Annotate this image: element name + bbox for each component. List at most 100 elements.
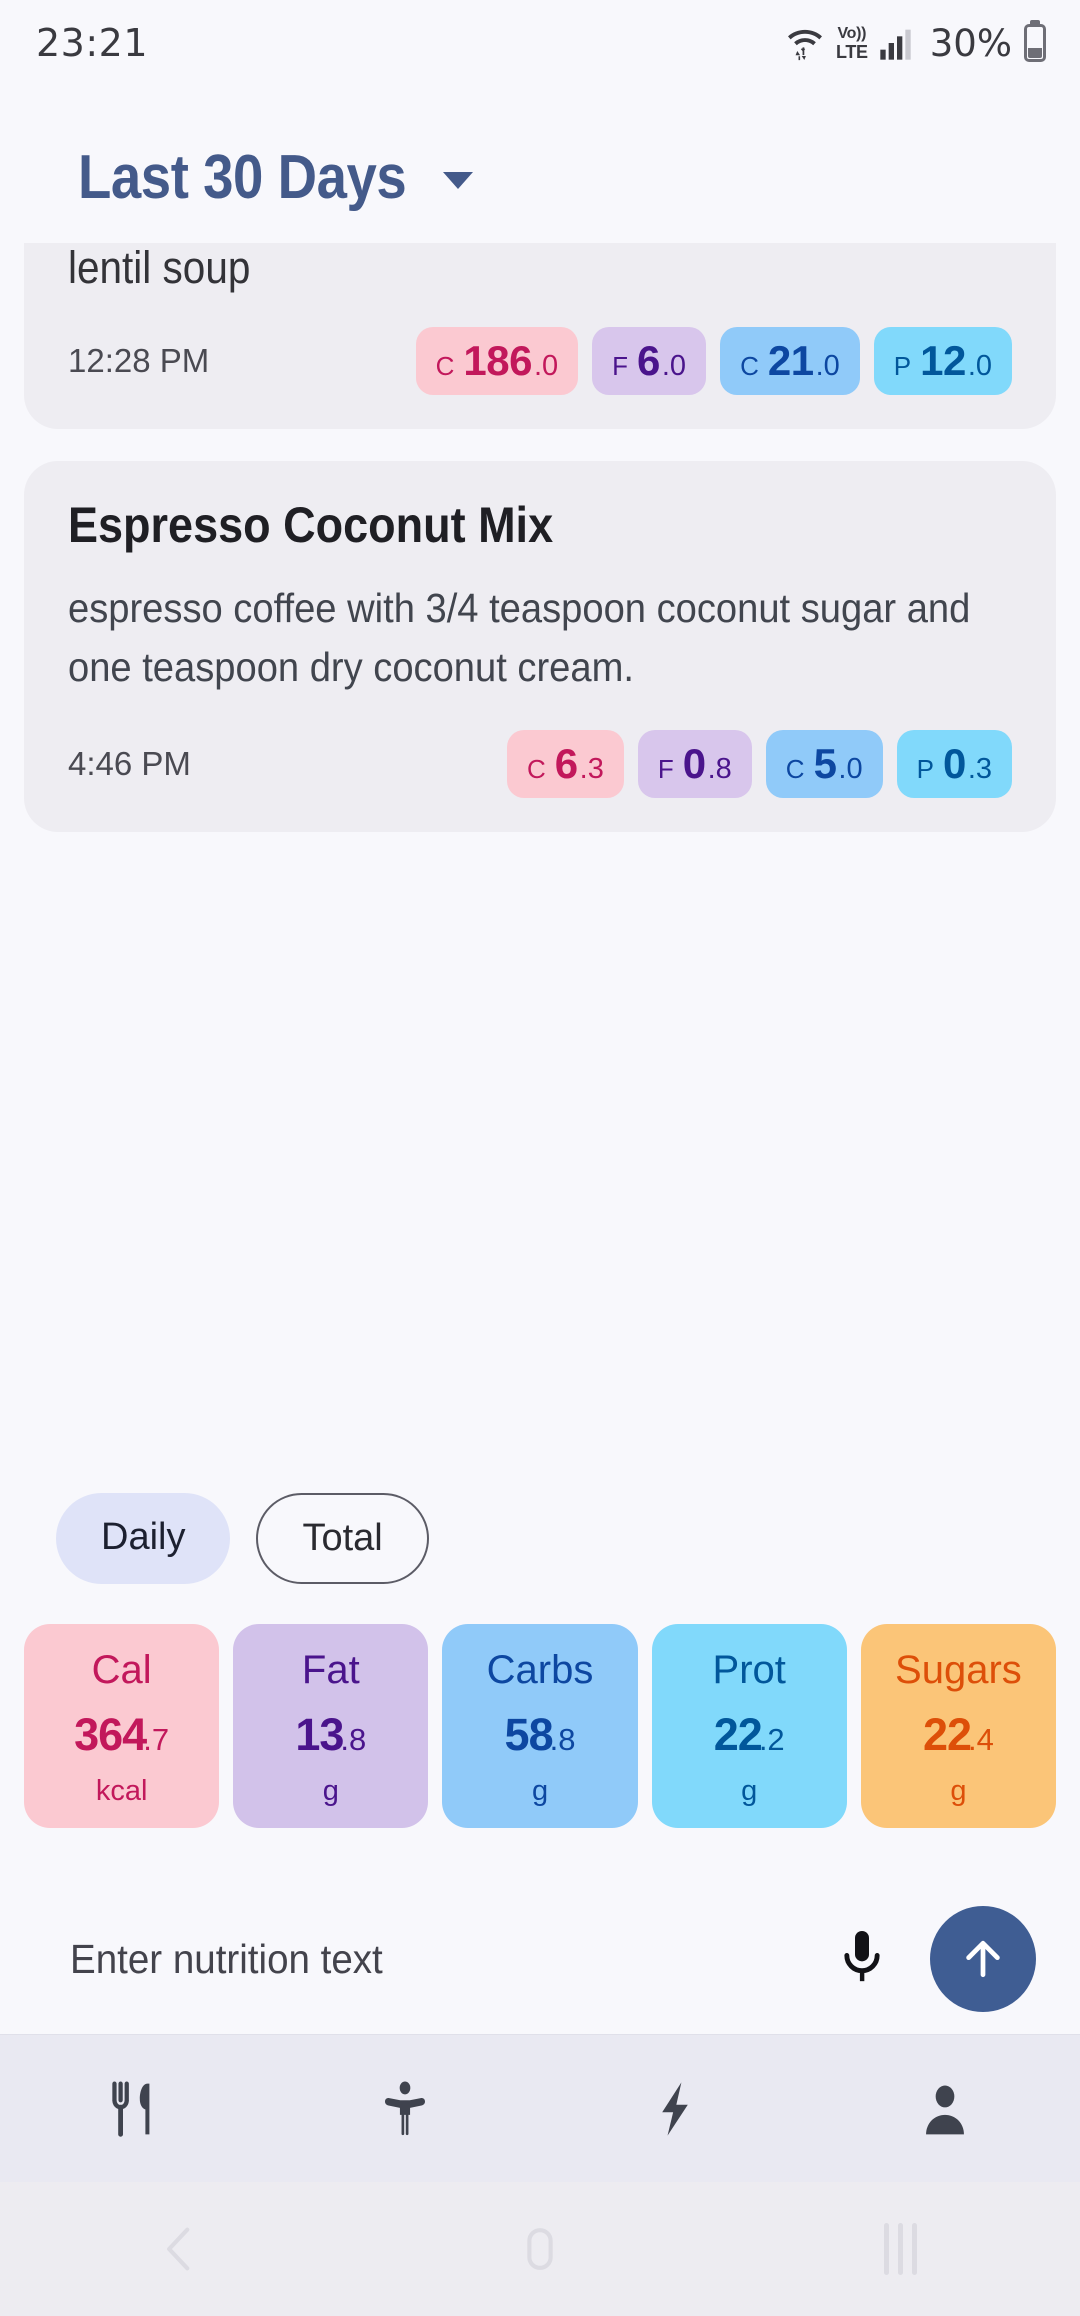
macro-value-dec: .7 — [143, 1722, 170, 1757]
macro-card-fat[interactable]: Fat 13.8 g — [233, 1624, 429, 1828]
macro-unit: kcal — [95, 1775, 148, 1807]
fork-knife-icon — [112, 2081, 150, 2137]
arrow-up-icon — [966, 1940, 1000, 1978]
macro-value: 364.7 — [30, 1712, 213, 1757]
status-clock: 23:21 — [36, 21, 149, 65]
nav-profile[interactable] — [810, 2035, 1080, 2182]
entry-footer: 12:28 PM C 186 .0 F 6 .0 C 21 .0 P 12 .0 — [68, 327, 1012, 396]
nutrient-pill-calories: C 6 .3 — [507, 729, 624, 798]
nutrient-pill-carbs: C 21 .0 — [720, 327, 860, 396]
macro-card-calories[interactable]: Cal 364.7 kcal — [24, 1624, 220, 1828]
send-button[interactable] — [930, 1906, 1036, 2012]
volte-bottom-text: LTE — [835, 41, 868, 62]
status-indicators: Vo)) LTE 30% — [783, 22, 1046, 65]
pill-label: C — [435, 351, 455, 382]
back-chevron-icon — [167, 2227, 190, 2271]
pill-value: 6 — [637, 337, 660, 385]
recents-bars-icon — [883, 2223, 917, 2275]
entry-title: lentil soup — [68, 243, 251, 293]
pill-value: 0 — [682, 739, 706, 787]
body-person-icon — [385, 2081, 425, 2135]
pill-value: 0 — [942, 739, 966, 787]
system-navigation-bar — [0, 2182, 1080, 2316]
microphone-icon — [844, 1931, 880, 1982]
nutrient-pill-calories: C 186 .0 — [415, 327, 579, 396]
pill-label: P — [893, 351, 912, 382]
pill-value: 21 — [767, 337, 814, 385]
date-range-label: Last 30 Days — [78, 143, 407, 212]
entry-title: Espresso Coconut Mix — [68, 497, 554, 554]
macro-value-int: 22 — [922, 1709, 972, 1760]
system-back-button[interactable] — [0, 2220, 360, 2278]
app-header: Last 30 Days — [0, 86, 1080, 243]
date-range-selector[interactable]: Last 30 Days — [78, 142, 474, 213]
entries-feed[interactable]: lentil soup 12:28 PM C 186 .0 F 6 .0 C 2… — [0, 243, 1080, 1884]
nutrition-text-input[interactable]: Enter nutrition text — [70, 1936, 781, 1983]
entry-card[interactable]: lentil soup 12:28 PM C 186 .0 F 6 .0 C 2… — [24, 243, 1056, 430]
pill-value: 5 — [813, 739, 837, 787]
pill-decimal: .8 — [707, 752, 732, 785]
nav-activity[interactable] — [540, 2035, 810, 2182]
nutrition-input-bar: Enter nutrition text — [0, 1884, 1080, 2034]
microphone-button[interactable] — [826, 1923, 898, 1995]
macro-value: 58.8 — [448, 1712, 631, 1757]
macro-value-int: 22 — [713, 1709, 763, 1760]
pill-label: F — [657, 753, 674, 784]
system-home-button[interactable] — [360, 2220, 720, 2278]
macro-summary-row: Cal 364.7 kcal Fat 13.8 g Carbs 58.8 g P… — [0, 1624, 1080, 1828]
nutrient-pill-fat: F 6 .0 — [592, 327, 707, 396]
nutrient-pill-protein: P 12 .0 — [873, 327, 1012, 396]
pill-decimal: .0 — [533, 350, 559, 383]
macro-card-sugars[interactable]: Sugars 22.4 g — [860, 1624, 1057, 1828]
system-recents-button[interactable] — [720, 2223, 1080, 2275]
entry-timestamp: 4:46 PM — [68, 744, 191, 782]
status-bar: 23:21 Vo)) LTE 30% — [0, 0, 1080, 86]
macro-value-dec: .4 — [968, 1722, 994, 1757]
chevron-down-icon — [443, 172, 474, 189]
macro-value: 22.4 — [867, 1712, 1050, 1757]
macro-value-int: 58 — [504, 1709, 554, 1760]
macro-value-dec: .2 — [758, 1722, 785, 1757]
macro-label: Cal — [91, 1648, 152, 1692]
entry-card[interactable]: Espresso Coconut Mix espresso coffee wit… — [24, 461, 1056, 832]
nutrient-pill-carbs: C 5 .0 — [765, 729, 883, 798]
nutrient-pill-row: C 6 .3 F 0 .8 C 5 .0 P 0 .3 — [507, 729, 1012, 798]
macro-unit: g — [531, 1775, 549, 1807]
pill-label: C — [740, 351, 759, 382]
pill-value: 6 — [554, 739, 578, 787]
toggle-total[interactable]: Total — [256, 1493, 429, 1584]
macro-unit: g — [741, 1775, 758, 1807]
pill-decimal: .0 — [967, 350, 992, 383]
macro-value-dec: .8 — [340, 1722, 367, 1757]
macro-card-protein[interactable]: Prot 22.2 g — [651, 1624, 847, 1828]
volte-icon: Vo)) LTE — [835, 24, 868, 62]
home-pill-icon — [527, 2228, 553, 2270]
toggle-daily[interactable]: Daily — [56, 1493, 231, 1584]
entry-footer: 4:46 PM C 6 .3 F 0 .8 C 5 .0 P 0 .3 — [68, 729, 1012, 798]
pill-decimal: .0 — [815, 350, 840, 383]
pill-label: P — [916, 753, 934, 784]
nav-body[interactable] — [270, 2035, 540, 2182]
pill-decimal: .0 — [661, 350, 687, 383]
macro-value: 13.8 — [239, 1712, 422, 1757]
macro-label: Sugars — [895, 1648, 1022, 1692]
nutrient-pill-protein: P 0 .3 — [896, 729, 1012, 798]
pill-label: C — [527, 753, 546, 784]
pill-label: F — [612, 351, 629, 382]
entry-timestamp: 12:28 PM — [68, 342, 210, 380]
macro-value-int: 13 — [295, 1709, 344, 1760]
pill-value: 186 — [463, 337, 532, 385]
macro-unit: g — [950, 1775, 967, 1807]
nutrient-pill-fat: F 0 .8 — [637, 729, 752, 798]
battery-icon — [1024, 24, 1046, 62]
nutrient-pill-row: C 186 .0 F 6 .0 C 21 .0 P 12 .0 — [415, 327, 1012, 396]
macro-card-carbs[interactable]: Carbs 58.8 g — [442, 1624, 638, 1828]
cellular-signal-icon — [880, 29, 911, 60]
macro-unit: g — [322, 1775, 339, 1807]
person-icon — [926, 2085, 964, 2134]
macro-value-dec: .8 — [549, 1722, 576, 1757]
volte-top-text: Vo)) — [837, 24, 867, 42]
nav-food[interactable] — [0, 2035, 270, 2182]
pill-value: 12 — [920, 337, 966, 385]
macro-label: Prot — [712, 1648, 786, 1692]
